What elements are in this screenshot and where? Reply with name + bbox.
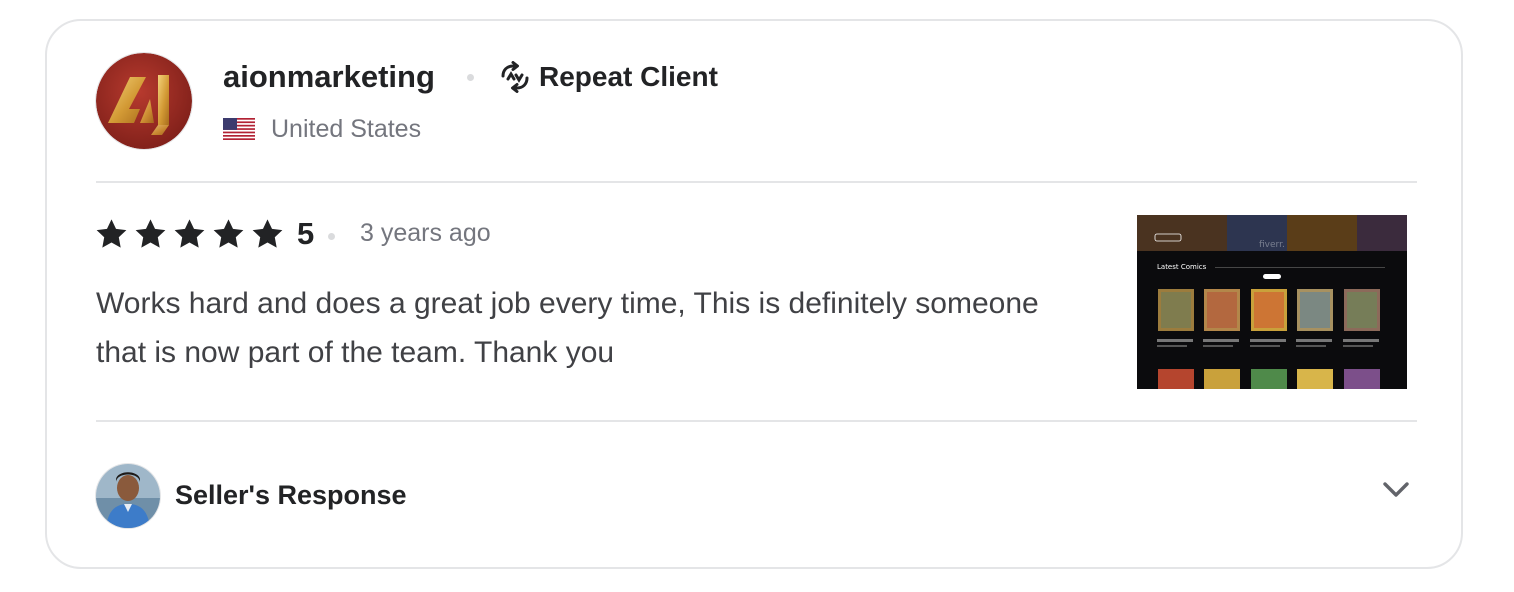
separator-dot: [467, 74, 474, 81]
review-card: aionmarketing Repeat Client United State…: [45, 19, 1463, 569]
us-flag-icon: [223, 118, 255, 140]
review-text: Works hard and does a great job every ti…: [96, 287, 1039, 369]
star-rating: 5: [94, 213, 314, 255]
repeat-icon: [501, 61, 529, 93]
reviewer-username[interactable]: aionmarketing: [223, 59, 435, 95]
repeat-client-label: Repeat Client: [539, 61, 718, 92]
star-icon: [96, 218, 127, 248]
reviewer-avatar[interactable]: [96, 53, 192, 149]
star-icon: [135, 218, 166, 248]
reviewer-logo: [96, 53, 192, 149]
review-time: 3 years ago: [360, 219, 491, 247]
seller-avatar: [96, 464, 160, 528]
reviewer-country: United States: [223, 113, 421, 145]
seller-response-label[interactable]: Seller's Response: [175, 480, 407, 511]
thumbnail-watermark: fiverr.: [1259, 240, 1285, 250]
star-icon: [174, 218, 205, 248]
divider: [96, 420, 1417, 422]
country-name: United States: [271, 114, 422, 143]
divider: [96, 181, 1417, 183]
star-icon: [213, 218, 244, 248]
repeat-client-badge: Repeat Client: [499, 59, 718, 95]
separator-dot: [328, 233, 335, 240]
seller-photo: [96, 464, 160, 528]
rating-value: 5: [297, 216, 315, 251]
delivery-thumbnail[interactable]: fiverr. Latest Comics: [1137, 215, 1407, 389]
thumbnail-section-title: Latest Comics: [1157, 263, 1207, 271]
chevron-down-icon[interactable]: [1380, 473, 1412, 505]
star-icon: [252, 218, 283, 248]
